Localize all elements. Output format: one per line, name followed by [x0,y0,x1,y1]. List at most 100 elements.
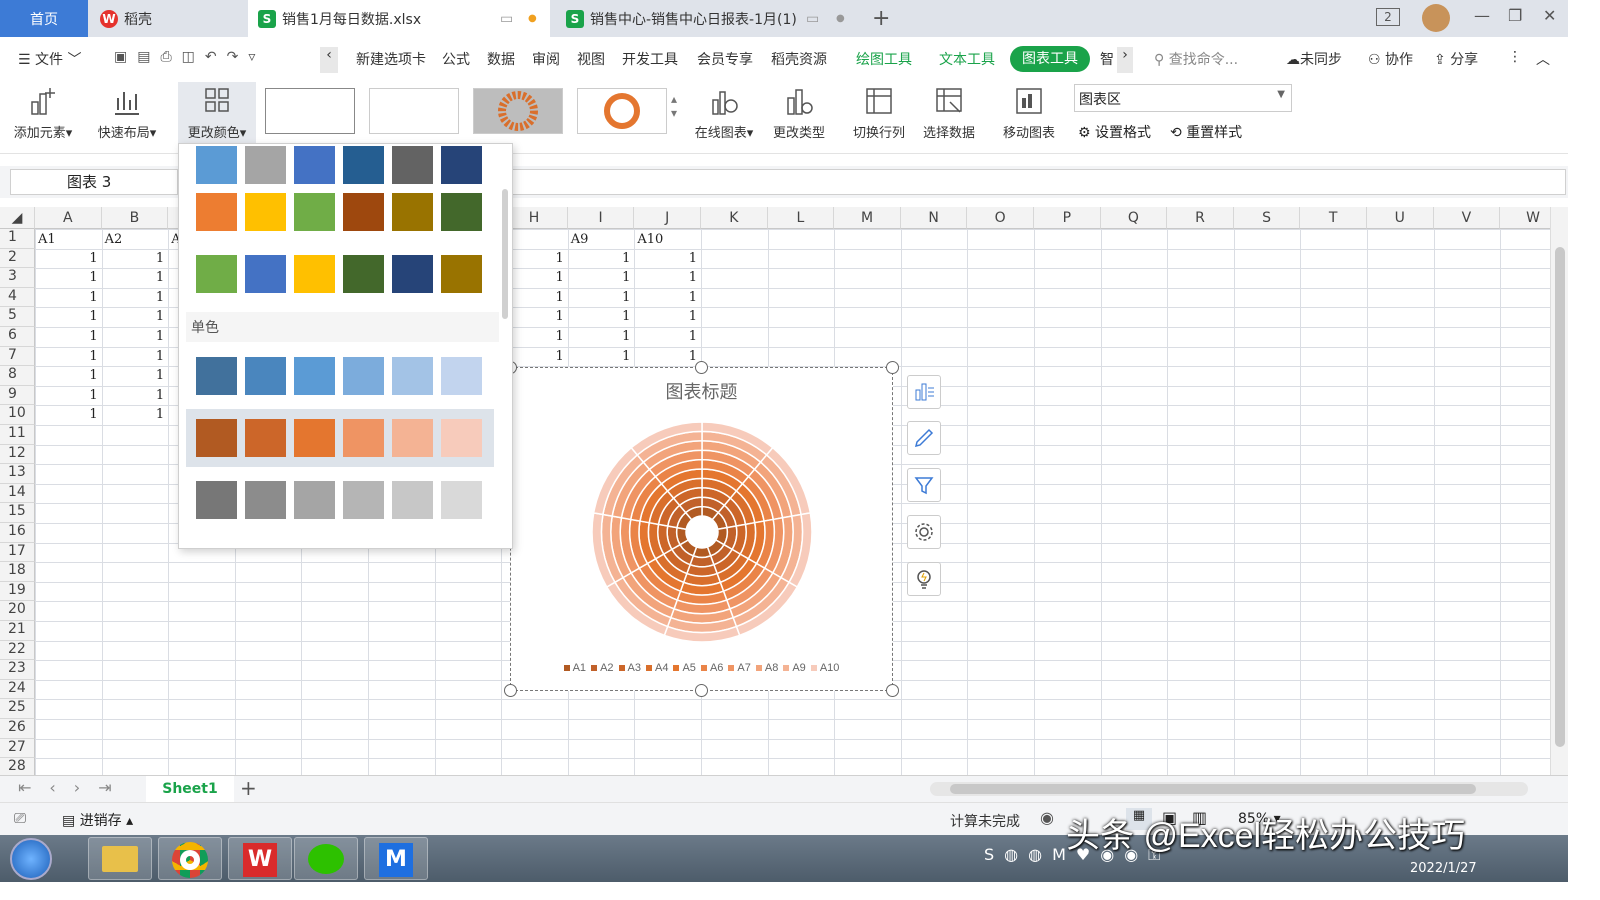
cell-value[interactable]: 1 [568,349,630,364]
color-swatch[interactable] [196,255,237,293]
share-button[interactable]: ⇪ 分享 [1434,49,1478,69]
column-header[interactable]: A [35,207,102,229]
move-chart-button[interactable]: 移动图表 [998,84,1060,141]
menu-formula[interactable]: 公式 [442,49,470,69]
chart-elements-button[interactable] [907,375,941,409]
cell-value[interactable]: 1 [35,349,97,364]
cell-value[interactable]: 1 [634,290,697,305]
monitor-icon[interactable]: ▭ [806,11,819,27]
cell-value[interactable]: 1 [35,270,97,285]
cell-value[interactable]: 1 [568,329,630,344]
resize-handle-se[interactable] [886,684,899,697]
legend-item[interactable]: A6 [700,662,723,674]
cell-value[interactable]: 1 [102,251,164,266]
column-header[interactable]: S [1233,207,1301,229]
row-header[interactable]: 7 [0,346,35,367]
row-header[interactable]: 17 [0,542,35,563]
color-swatch[interactable] [441,255,482,293]
chart-filter-button[interactable] [907,468,941,502]
multi-level-pie-chart[interactable] [511,408,892,688]
chart-tips-button[interactable] [907,562,941,596]
cell-value[interactable]: 1 [102,388,164,403]
row-header[interactable]: 18 [0,562,35,582]
menu-chart-tools[interactable]: 图表工具 [1010,46,1090,72]
cell-value[interactable]: 1 [568,309,630,324]
menu-data[interactable]: 数据 [487,49,515,69]
color-swatch[interactable] [343,481,384,519]
legend-item[interactable]: A2 [591,662,614,674]
change-color-button[interactable]: 更改颜色▾ [178,82,256,144]
color-swatch[interactable] [245,481,286,519]
menu-daoke-resources[interactable]: 稻壳资源 [771,49,827,69]
color-swatch[interactable] [196,146,237,184]
cell-header[interactable]: A10 [637,232,663,247]
collab-button[interactable]: ⚇ 协作 [1368,49,1413,69]
cell-value[interactable]: 1 [35,290,97,305]
cell-value[interactable]: 1 [634,270,697,285]
color-swatch[interactable] [392,255,433,293]
search-command[interactable]: ⚲ 查找命令... [1154,49,1238,69]
column-header[interactable]: J [634,207,701,229]
row-header[interactable]: 2 [0,248,35,269]
color-swatch[interactable] [245,255,286,293]
chart-title[interactable]: 图表标题 [511,378,892,404]
chart-element-select[interactable]: 图表区 ▼ [1074,84,1292,112]
color-swatch[interactable] [392,481,433,519]
color-swatch[interactable] [392,193,433,231]
color-swatch[interactable] [392,419,433,457]
column-header[interactable]: V [1433,207,1501,229]
new-tab-button[interactable]: + [862,0,902,37]
scroll-right-icon[interactable]: › [1117,47,1133,73]
tab-home[interactable]: 首页 [0,0,88,37]
select-data-button[interactable]: 选择数据 [918,84,980,141]
file-menu[interactable]: ☰ 文件 ﹀ [18,49,81,69]
row-header[interactable]: 21 [0,621,35,641]
row-header[interactable]: 12 [0,444,35,465]
column-header[interactable]: T [1300,207,1367,229]
color-swatch[interactable] [392,146,433,184]
row-header[interactable]: 19 [0,581,35,602]
legend-item[interactable]: A10 [810,662,839,674]
color-swatch[interactable] [196,481,237,519]
legend-item[interactable]: A1 [563,662,586,674]
resize-handle-sw[interactable] [504,684,517,697]
column-header[interactable]: L [767,207,835,229]
color-swatch[interactable] [245,419,286,457]
tab-daoke[interactable]: W 稻壳 [90,0,245,37]
menu-draw-tools[interactable]: 绘图工具 [856,49,912,69]
color-swatch[interactable] [294,357,335,395]
row-header[interactable]: 20 [0,601,35,621]
quick-access-icons[interactable]: ▣▤⎙◫↶↷▿ [114,49,265,65]
cell-header[interactable]: A1 [38,232,56,247]
column-header[interactable]: P [1034,207,1101,229]
row-header[interactable]: 13 [0,464,35,484]
window-count-badge[interactable]: 2 [1376,8,1400,26]
color-swatch[interactable] [245,357,286,395]
row-header[interactable]: 10 [0,405,35,425]
quick-layout-button[interactable]: 快速布局▾ [90,84,164,141]
menu-review[interactable]: 审阅 [532,49,560,69]
cell-value[interactable]: 1 [634,349,697,364]
sheet-tab-sheet1[interactable]: Sheet1 [146,776,234,802]
eye-icon[interactable]: ◉ [1040,808,1054,827]
color-swatch[interactable] [441,481,482,519]
start-button[interactable] [10,838,52,880]
row-header[interactable]: 25 [0,699,35,719]
color-swatch[interactable] [343,255,384,293]
cell-value[interactable]: 1 [35,407,97,422]
column-header[interactable]: K [701,207,768,229]
legend-item[interactable]: A4 [646,662,668,674]
menu-developer[interactable]: 开发工具 [622,49,678,69]
cell-value[interactable]: 1 [634,329,697,344]
color-swatch[interactable] [196,419,237,457]
cell-value[interactable]: 1 [35,329,97,344]
row-header[interactable]: 15 [0,503,35,523]
menu-new-tab[interactable]: 新建选项卡 [356,49,426,69]
column-header[interactable]: M [834,207,901,229]
vertical-scrollbar[interactable] [1550,207,1568,775]
color-swatch[interactable] [294,481,335,519]
minimize-icon[interactable]: — [1474,6,1490,25]
change-type-button[interactable]: 更改类型 [768,84,830,141]
cell-value[interactable]: 1 [35,309,97,324]
row-header[interactable]: 1 [0,229,35,249]
